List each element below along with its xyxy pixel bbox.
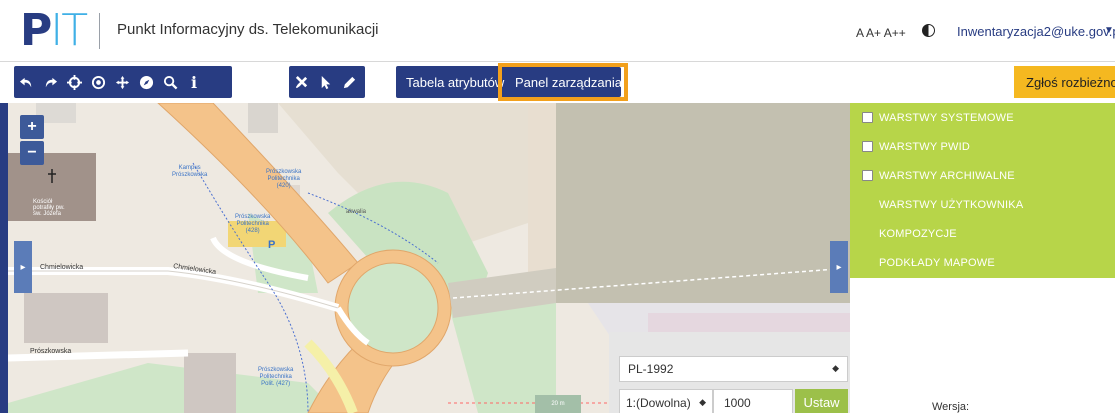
layers-panel: WARSTWY SYSTEMOWE WARSTWY PWID WARSTWY A… xyxy=(850,103,1115,413)
layer-label: KOMPOZYCJE xyxy=(879,227,957,240)
place-label: akwalia xyxy=(346,209,367,215)
move-icon[interactable] xyxy=(110,66,134,98)
caret-down-icon[interactable]: ▼ xyxy=(1104,25,1114,36)
layer-label: PODKŁADY MAPOWE xyxy=(879,256,995,269)
pencil-icon[interactable] xyxy=(337,66,361,98)
search-icon[interactable] xyxy=(158,66,182,98)
contrast-icon[interactable] xyxy=(922,24,935,37)
projection-panel: PL-1992 ◆ 1:(Dowolna) ◆ 1000 Ustaw xyxy=(609,332,850,413)
layer-label: WARSTWY SYSTEMOWE xyxy=(879,111,1014,124)
select-caret-icon: ◆ xyxy=(699,397,706,407)
crs-select-value: PL-1992 xyxy=(628,362,674,376)
pointer-icon[interactable] xyxy=(313,66,337,98)
layer-label: WARSTWY ARCHIWALNE xyxy=(879,169,1015,182)
report-discrepancy-button[interactable]: Zgłoś rozbieżność xyxy=(1014,66,1115,98)
font-size-switcher[interactable]: A A+ A++ xyxy=(856,26,906,40)
undo-icon[interactable] xyxy=(14,66,38,98)
scale-value-input[interactable]: 1000 xyxy=(713,389,793,413)
pit-logo[interactable]: P IT xyxy=(20,5,88,56)
layer-item-compositions[interactable]: KOMPOZYCJE xyxy=(850,219,1115,248)
layer-label: WARSTWY PWID xyxy=(879,140,971,153)
bus-stop-label: Prószkowska Politechnika (420) xyxy=(266,169,302,189)
left-panel-toggle[interactable]: ▸ xyxy=(14,241,32,293)
layer-checkbox[interactable] xyxy=(862,141,873,152)
select-caret-icon: ◆ xyxy=(832,363,839,373)
map-toolbar: i Tabela atrybutów Panel zarządzania Zgł… xyxy=(0,63,1115,103)
tools-icon[interactable] xyxy=(289,66,313,98)
bus-stop-label: Kampus Prószkowska xyxy=(172,165,208,178)
attributes-table-button[interactable]: Tabela atrybutów xyxy=(396,66,515,98)
street-label: Prószkowska xyxy=(30,348,72,355)
zoom-out-button[interactable]: − xyxy=(20,141,44,165)
layer-item-basemaps[interactable]: PODKŁADY MAPOWE xyxy=(850,248,1115,277)
parking-icon: P xyxy=(268,239,276,251)
logo-letters-it: IT xyxy=(50,5,88,56)
layer-label: WARSTWY UŻYTKOWNIKA xyxy=(879,198,1024,211)
map-canvas[interactable]: + − ▸ ▸ Kościół potrafiły pw. św. Józefa C… xyxy=(0,103,850,413)
zoom-in-button[interactable]: + xyxy=(20,115,44,139)
crosshair-icon[interactable] xyxy=(62,66,86,98)
app-header: P IT Punkt Informacyjny ds. Telekomunika… xyxy=(0,0,1115,62)
set-scale-button[interactable]: Ustaw xyxy=(795,389,848,413)
layer-checkbox[interactable] xyxy=(862,170,873,181)
logo-letter-p: P xyxy=(20,5,52,56)
info-icon[interactable]: i xyxy=(182,66,206,98)
logo-divider xyxy=(99,13,100,49)
target-icon[interactable] xyxy=(86,66,110,98)
user-account-link[interactable]: Inwentaryzacja2@uke.gov.pl xyxy=(957,24,1115,39)
right-panel-toggle[interactable]: ▸ xyxy=(830,241,848,293)
church-label: Kościół potrafiły pw. św. Józefa xyxy=(33,199,65,217)
layer-checkbox[interactable] xyxy=(862,112,873,123)
crs-select[interactable]: PL-1992 ◆ xyxy=(619,356,848,382)
layer-item-pwid[interactable]: WARSTWY PWID xyxy=(850,132,1115,161)
scale-bar: 20 m xyxy=(535,395,581,413)
layer-item-system[interactable]: WARSTWY SYSTEMOWE xyxy=(850,103,1115,132)
bus-stop-label: Prószkowska Politechnika (428) xyxy=(235,214,271,234)
management-panel-button[interactable]: Panel zarządzania xyxy=(505,67,622,97)
scale-mode-value: 1:(Dowolna) xyxy=(626,395,691,410)
compass-icon[interactable] xyxy=(134,66,158,98)
navigation-tool-group: i xyxy=(14,66,232,98)
bus-stop-label: Prószkowska Politechnika Polit. (427) xyxy=(258,367,294,387)
layers-list: WARSTWY SYSTEMOWE WARSTWY PWID WARSTWY A… xyxy=(850,103,1115,278)
app-title: Punkt Informacyjny ds. Telekomunikacji xyxy=(117,21,379,38)
scale-mode-select[interactable]: 1:(Dowolna) ◆ xyxy=(619,389,713,413)
edit-tool-group xyxy=(289,66,365,98)
street-label: Chmielowicka xyxy=(40,264,84,271)
redo-icon[interactable] xyxy=(38,66,62,98)
layer-item-user[interactable]: WARSTWY UŻYTKOWNIKA xyxy=(850,190,1115,219)
version-label: Wersja: xyxy=(932,401,970,413)
layer-item-archive[interactable]: WARSTWY ARCHIWALNE xyxy=(850,161,1115,190)
